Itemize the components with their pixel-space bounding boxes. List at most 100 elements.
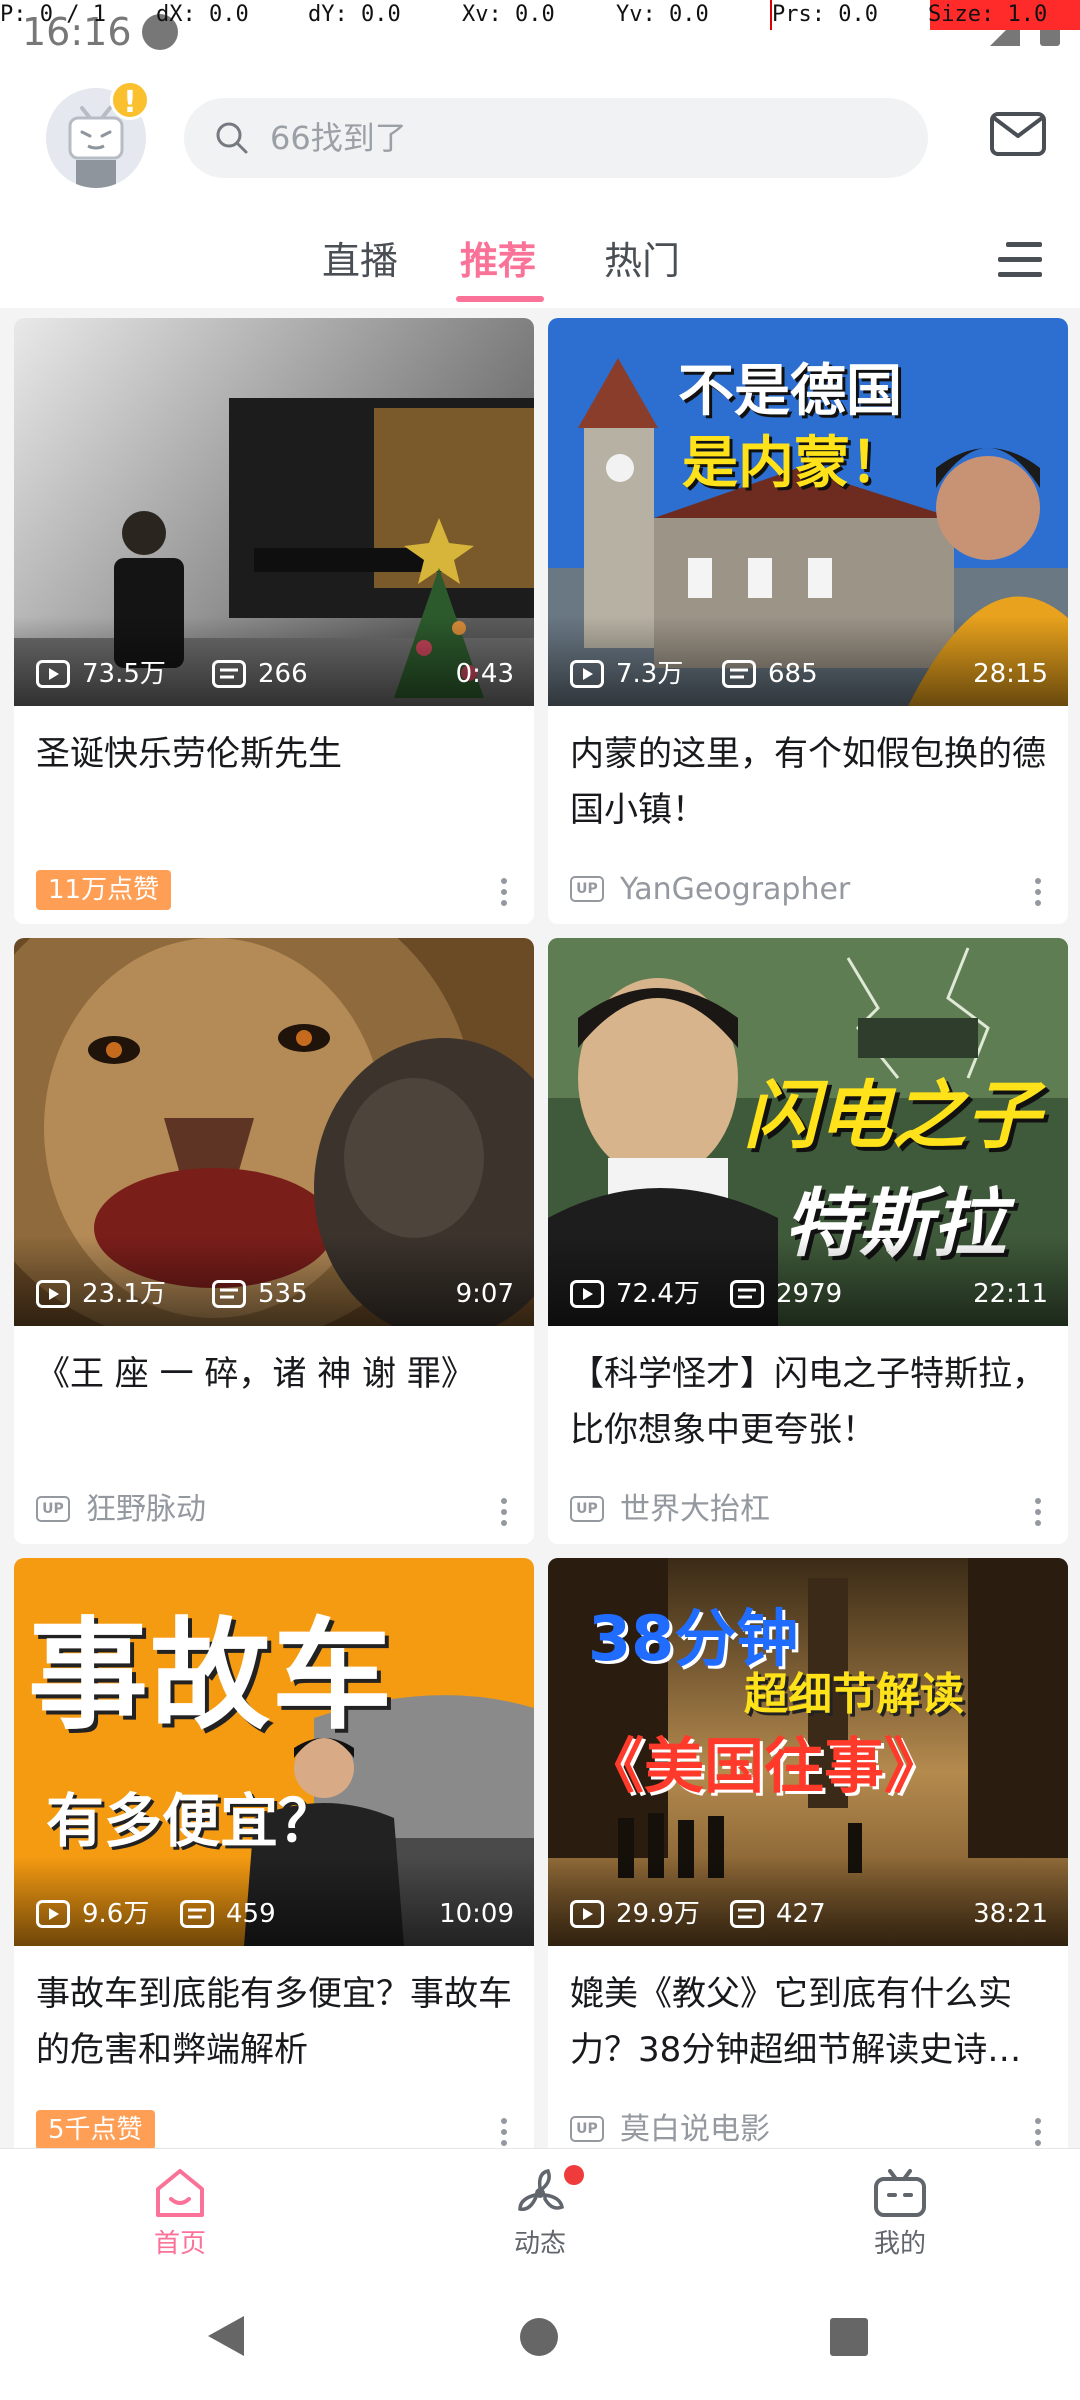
back-icon[interactable]	[208, 2316, 244, 2356]
recents-icon[interactable]	[830, 2318, 868, 2356]
more-icon[interactable]	[1034, 878, 1042, 906]
video-duration: 0:43	[455, 659, 514, 689]
thumbnail-headline-1: 事故车	[28, 1607, 394, 1746]
video-title[interactable]: 圣诞快乐劳伦斯先生	[36, 726, 514, 782]
video-card-3[interactable]: 23.1万 535 9:07 《王 座 一 碎，诸 神 谢 罪》 UP 狂野脉动	[14, 938, 534, 1544]
video-duration: 38:21	[973, 1899, 1048, 1929]
play-icon	[36, 660, 70, 688]
video-duration: 9:07	[455, 1279, 514, 1309]
danmaku-icon	[730, 1900, 764, 1928]
video-thumbnail: 23.1万 535 9:07	[14, 938, 534, 1326]
nav-mine-label: 我的	[873, 2229, 926, 2259]
view-count: 23.1万	[82, 1279, 166, 1309]
mail-icon[interactable]	[990, 112, 1046, 156]
uploader-name[interactable]: YanGeographer	[620, 870, 850, 910]
bottom-nav: 首页 动态 我的	[0, 2148, 1080, 2274]
video-title[interactable]: 事故车到底能有多便宜？事故车的危害和弊端解析	[36, 1966, 514, 2078]
danmaku-count: 266	[258, 659, 308, 689]
video-title[interactable]: 媲美《教父》它到底有什么实力？38分钟超细节解读史诗…	[570, 1966, 1048, 2078]
view-count: 73.5万	[82, 659, 166, 689]
debug-dy: dY: 0.0	[308, 2, 401, 27]
danmaku-count: 2979	[776, 1279, 843, 1309]
more-icon[interactable]	[1034, 2118, 1042, 2146]
video-duration: 28:15	[973, 659, 1048, 689]
active-tab-indicator	[456, 296, 544, 302]
debug-dx: dX: 0.0	[156, 2, 249, 27]
video-duration: 22:11	[973, 1279, 1048, 1309]
pointer-debug-overlay: P: 0 / 1 dX: 0.0 dY: 0.0 Xv: 0.0 Yv: 0.0…	[0, 0, 1080, 32]
tv-icon	[874, 2169, 926, 2217]
nav-mine[interactable]: 我的	[820, 2163, 980, 2263]
dynamic-icon	[518, 2168, 565, 2211]
danmaku-count: 459	[226, 1899, 276, 1929]
more-icon[interactable]	[500, 2118, 508, 2146]
video-card-5[interactable]: 事故车 有多便宜？ 9.6万 459 10:09 事故车到底能有多便宜？事故车的…	[14, 1558, 534, 2164]
video-card-6[interactable]: 38分钟 超细节解读 《美国往事》 29.9万 427 38:21 媲美《教父》…	[548, 1558, 1068, 2164]
danmaku-count: 427	[776, 1899, 826, 1929]
likes-badge: 11万点赞	[36, 870, 172, 910]
danmaku-icon	[212, 660, 246, 688]
debug-pressure: Prs: 0.0	[772, 2, 878, 27]
play-icon	[570, 660, 604, 688]
danmaku-count: 685	[768, 659, 818, 689]
video-card-1[interactable]: 73.5万 266 0:43 圣诞快乐劳伦斯先生 11万点赞	[14, 318, 534, 924]
more-icon[interactable]	[1034, 1498, 1042, 1526]
danmaku-icon	[212, 1280, 246, 1308]
home-circle-icon[interactable]	[520, 2318, 558, 2356]
play-icon	[36, 1900, 70, 1928]
view-count: 29.9万	[616, 1899, 700, 1929]
up-icon: UP	[570, 2116, 604, 2142]
nav-dynamic-label: 动态	[513, 2229, 566, 2259]
video-thumbnail: 73.5万 266 0:43	[14, 318, 534, 706]
channel-tabs: 直播 推荐 热门	[0, 208, 1080, 308]
search-input[interactable]	[270, 114, 870, 162]
search-icon	[216, 122, 248, 154]
app-screen: 16:16 P: 0 / 1 dX: 0.0 dY: 0.0 Xv: 0.0 Y…	[0, 0, 1080, 2400]
debug-xv: Xv: 0.0	[462, 2, 555, 27]
danmaku-icon	[180, 1900, 214, 1928]
up-icon: UP	[570, 1496, 604, 1522]
nav-dynamic[interactable]: 动态	[460, 2163, 620, 2263]
thumbnail-headline-2: 有多便宜？	[46, 1787, 337, 1855]
video-title[interactable]: 【科学怪才】闪电之子特斯拉，比你想象中更夸张！	[570, 1346, 1048, 1458]
video-title[interactable]: 内蒙的这里，有个如假包换的德国小镇！	[570, 726, 1048, 838]
play-icon	[570, 1900, 604, 1928]
thumbnail-headline-1: 不是德国	[678, 359, 902, 424]
tab-recommend[interactable]: 推荐	[460, 230, 536, 285]
video-meta: 5千点赞	[36, 2110, 155, 2150]
uploader-name[interactable]: 莫白说电影	[620, 2110, 770, 2150]
video-duration: 10:09	[439, 1899, 514, 1929]
up-icon: UP	[570, 876, 604, 902]
uploader-name[interactable]: 狂野脉动	[86, 1490, 206, 1530]
video-thumbnail: 闪电之子 特斯拉 72.4万 2979 22:11	[548, 938, 1068, 1326]
video-title[interactable]: 《王 座 一 碎，诸 神 谢 罪》	[36, 1346, 514, 1402]
debug-yv: Yv: 0.0	[616, 2, 709, 27]
home-icon	[156, 2169, 204, 2217]
more-icon[interactable]	[500, 878, 508, 906]
danmaku-icon	[722, 660, 756, 688]
video-meta: 11万点赞	[36, 870, 172, 910]
video-thumbnail: 不是德国 是内蒙！ 7.3万 685 28:15	[548, 318, 1068, 706]
video-card-2[interactable]: 不是德国 是内蒙！ 7.3万 685 28:15 内蒙的这里，有个如假包换的德国…	[548, 318, 1068, 924]
thumbnail-headline-2: 超细节解读	[744, 1669, 964, 1720]
video-thumbnail: 38分钟 超细节解读 《美国往事》 29.9万 427 38:21	[548, 1558, 1068, 1946]
debug-pointer: P: 0 / 1	[0, 2, 106, 27]
view-count: 72.4万	[616, 1279, 700, 1309]
view-count: 9.6万	[82, 1899, 150, 1929]
play-icon	[570, 1280, 604, 1308]
tab-hot[interactable]: 热门	[604, 230, 680, 285]
tab-live[interactable]: 直播	[322, 230, 398, 285]
video-card-4[interactable]: 闪电之子 特斯拉 72.4万 2979 22:11 【科学怪才】闪电之子特斯拉，…	[548, 938, 1068, 1544]
uploader-name[interactable]: 世界大抬杠	[620, 1490, 770, 1530]
nav-home[interactable]: 首页	[100, 2163, 260, 2263]
system-nav-bar	[0, 2274, 1080, 2400]
thumbnail-headline-1: 闪电之子	[744, 1073, 1040, 1159]
more-icon[interactable]	[500, 1498, 508, 1526]
search-bar[interactable]	[184, 98, 928, 178]
likes-badge: 5千点赞	[36, 2110, 155, 2150]
status-bar: 16:16 P: 0 / 1 dX: 0.0 dY: 0.0 Xv: 0.0 Y…	[0, 0, 1080, 58]
play-icon	[36, 1280, 70, 1308]
menu-icon[interactable]	[998, 240, 1042, 280]
up-icon: UP	[36, 1496, 70, 1522]
top-header: ! 直播 推荐 热门	[0, 58, 1080, 308]
